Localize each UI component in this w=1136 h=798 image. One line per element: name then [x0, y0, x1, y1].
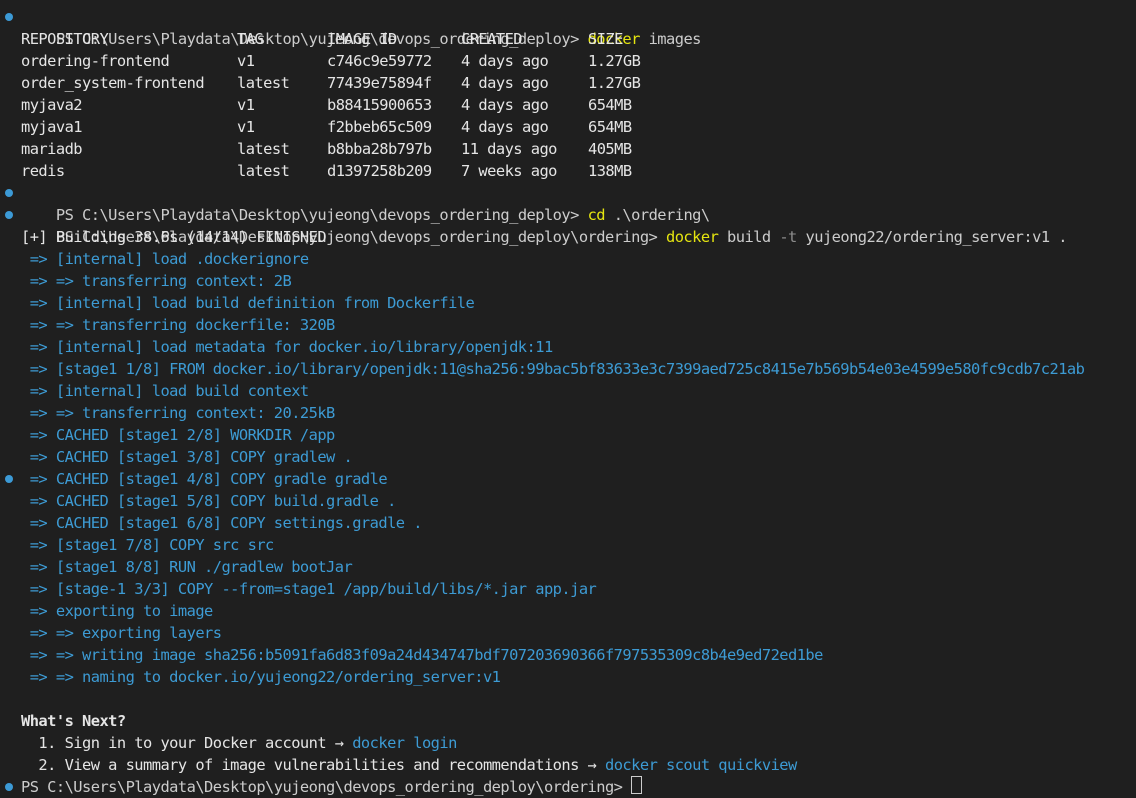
whats-next-item: 2. View a summary of image vulnerabiliti… — [21, 756, 797, 774]
table-row: ordering-frontend v1 c746c9e59772 4 days ag… — [21, 52, 641, 70]
build-step: => CACHED [stage1 4/8] COPY gradle gradl… — [0, 468, 1136, 490]
build-step: => exporting to image — [21, 602, 214, 620]
docker-scout-quickview-link[interactable]: docker scout quickview — [605, 756, 797, 774]
current-prompt-line: PS C:\Users\Playdata\Desktop\yujeong\dev… — [0, 776, 1136, 798]
command-line-docker-images: PS C:\Users\Playdata\Desktop\yujeong\dev… — [0, 6, 1136, 48]
build-step: => => transferring context: 20.25kB — [21, 404, 336, 422]
images-table-header: REPOSITORY TAG IMAGE ID CREATED SIZE — [21, 30, 623, 48]
table-row: mariadb latest b8bba28b797b 11 days ago 405M… — [21, 140, 632, 158]
text-cursor[interactable] — [631, 776, 643, 794]
command-decoration-dot-icon[interactable] — [5, 13, 13, 21]
build-step: => CACHED [stage1 3/8] COPY gradlew . — [21, 448, 353, 466]
command-decoration-dot-icon[interactable] — [5, 189, 13, 197]
table-row: myjava1 v1 f2bbeb65c509 4 days ago 654MB — [21, 118, 632, 136]
prompt: PS C:\Users\Playdata\Desktop\yujeong\dev… — [21, 778, 623, 796]
build-header: [+] Building 38.6s (14/14) FINISHED — [21, 228, 327, 246]
build-step: => CACHED [stage1 6/8] COPY settings.gra… — [21, 514, 423, 532]
build-step: => CACHED [stage1 5/8] COPY build.gradle… — [21, 492, 397, 510]
build-step: => CACHED [stage1 2/8] WORKDIR /app — [21, 426, 336, 444]
command-decoration-dot-icon[interactable] — [5, 211, 13, 219]
build-step: => => writing image sha256:b5091fa6d83f0… — [21, 646, 824, 664]
build-step: => [internal] load .dockerignore — [21, 250, 309, 268]
build-step: => [stage1 1/8] FROM docker.io/library/o… — [21, 360, 1085, 378]
build-step: => [stage1 8/8] RUN ./gradlew bootJar — [21, 558, 353, 576]
build-step: => => naming to docker.io/yujeong22/orde… — [21, 668, 501, 686]
command-line-cd: PS C:\Users\Playdata\Desktop\yujeong\dev… — [0, 182, 1136, 224]
table-row: myjava2 v1 b88415900653 4 days ago 654MB — [21, 96, 632, 114]
docker-login-link[interactable]: docker login — [352, 734, 457, 752]
build-step: => => transferring dockerfile: 320B — [21, 316, 336, 334]
terminal-output[interactable]: PS C:\Users\Playdata\Desktop\yujeong\dev… — [0, 6, 1136, 798]
whats-next-item: 1. Sign in to your Docker account → dock… — [21, 734, 457, 752]
build-step: => [internal] load metadata for docker.i… — [21, 338, 554, 356]
command-line-docker-build: PS C:\Users\Playdata\Desktop\yujeong\dev… — [0, 204, 1136, 246]
build-step: => => transferring context: 2B — [21, 272, 292, 290]
command-decoration-dot-icon[interactable] — [5, 783, 13, 791]
command-decoration-dot-icon[interactable] — [5, 475, 13, 483]
build-step: => [stage-1 3/3] COPY --from=stage1 /app… — [21, 580, 597, 598]
build-step: => => exporting layers — [21, 624, 222, 642]
build-step: => [internal] load build definition from… — [21, 294, 475, 312]
table-row: redis latest d1397258b209 7 weeks ago 138MB — [21, 162, 632, 180]
whats-next-title: What's Next? — [21, 712, 126, 730]
build-step: => [internal] load build context — [21, 382, 309, 400]
build-step: => [stage1 7/8] COPY src src — [21, 536, 275, 554]
table-row: order_system-frontend latest 77439e75894f 4… — [21, 74, 641, 92]
